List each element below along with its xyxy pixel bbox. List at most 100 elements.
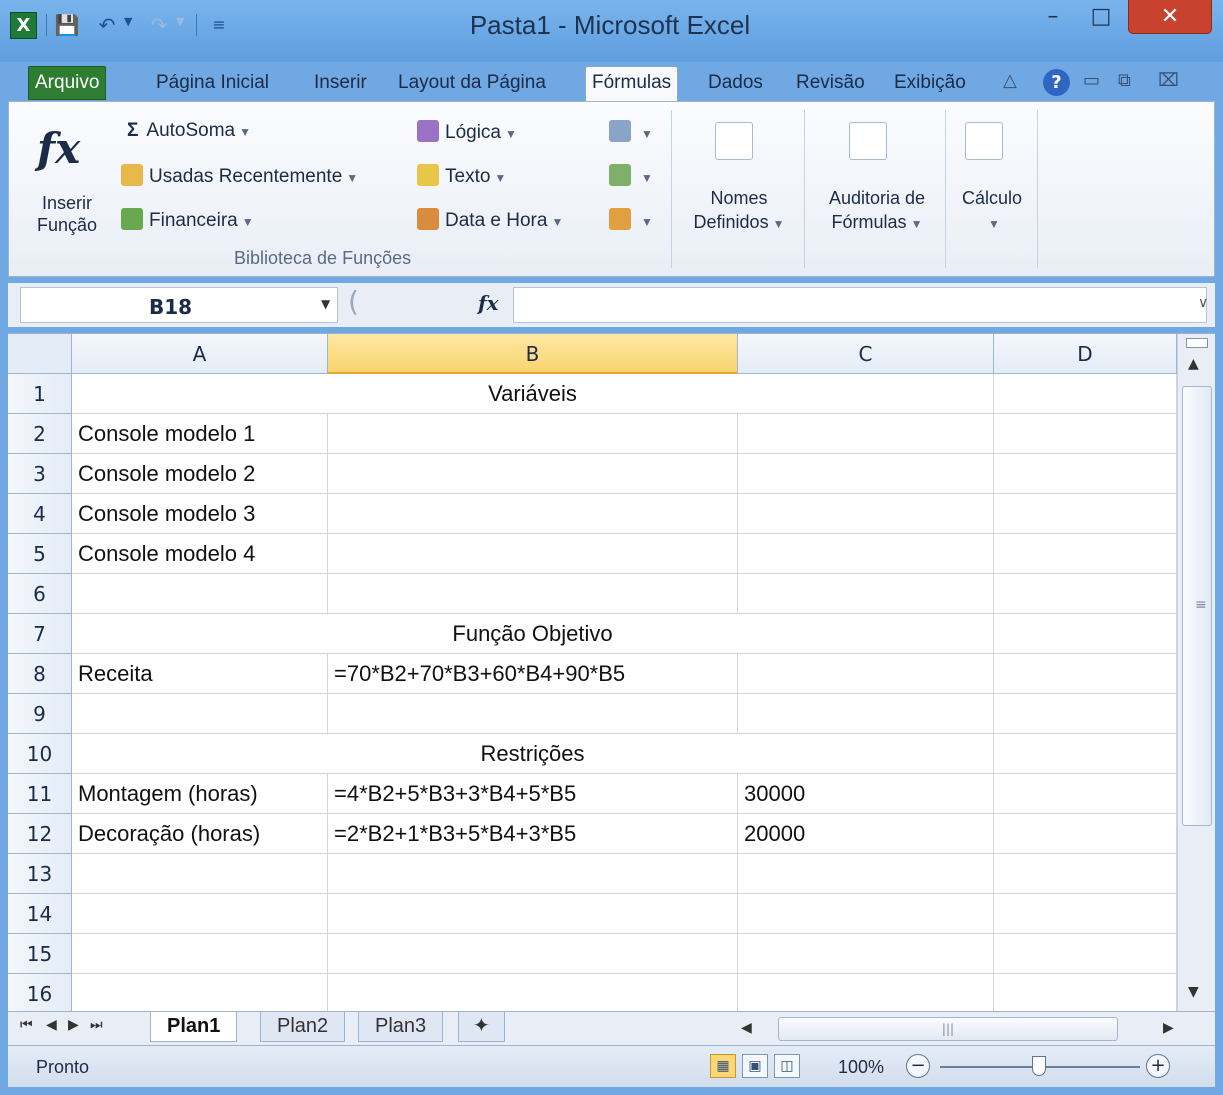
grid-cell[interactable] [738, 454, 994, 494]
grid-cell[interactable] [738, 854, 994, 894]
tab-formulas[interactable]: Fórmulas [585, 66, 679, 102]
grid-cell[interactable] [738, 574, 994, 614]
calculation-button[interactable]: Cálculo ▼ [949, 186, 1035, 236]
name-box[interactable]: B18 ▼ [20, 287, 338, 323]
zoom-out-icon[interactable]: − [906, 1054, 930, 1078]
next-sheet-icon[interactable]: ▶ [68, 1017, 79, 1033]
column-header-b[interactable]: B [328, 334, 738, 374]
column-header-d[interactable]: D [994, 334, 1177, 374]
minimize-ribbon-icon[interactable]: △ [1003, 70, 1017, 91]
cell-a2[interactable]: Console modelo 1 [72, 414, 328, 454]
merged-cell-variaveis[interactable]: Variáveis [72, 374, 994, 414]
cell-a3[interactable]: Console modelo 2 [72, 454, 328, 494]
tab-inserir[interactable]: Inserir [308, 68, 373, 100]
tab-dados[interactable]: Dados [702, 68, 769, 100]
chevron-down-icon[interactable]: ▼ [321, 297, 330, 311]
grid-cell[interactable] [738, 934, 994, 974]
expand-formula-bar-icon[interactable]: ∨ [1198, 295, 1211, 311]
grid-cell[interactable] [994, 614, 1177, 654]
grid-cell[interactable] [994, 814, 1177, 854]
grid-cell[interactable] [328, 454, 738, 494]
merged-cell-restricoes[interactable]: Restrições [72, 734, 994, 774]
row-header[interactable]: 4 [8, 494, 72, 534]
zoom-level[interactable]: 100% [838, 1057, 884, 1078]
logical-button[interactable]: Lógica ▼ [417, 120, 517, 144]
formula-auditing-button[interactable]: Auditoria de Fórmulas ▼ [809, 186, 945, 236]
close-button[interactable]: ✕ [1128, 0, 1212, 34]
row-header[interactable]: 7 [8, 614, 72, 654]
tab-pagina-inicial[interactable]: Página Inicial [150, 68, 275, 100]
insert-function-button[interactable]: Inserir Função [37, 192, 97, 236]
maximize-button[interactable]: □ [1078, 0, 1124, 34]
column-header-c[interactable]: C [738, 334, 994, 374]
grid-cell[interactable] [994, 534, 1177, 574]
grid-cell[interactable] [994, 934, 1177, 974]
recent-functions-button[interactable]: Usadas Recentemente ▼ [121, 164, 358, 188]
horizontal-scroll-thumb[interactable]: ||| [778, 1017, 1118, 1041]
grid-cell[interactable] [738, 534, 994, 574]
cell-b11[interactable]: =4*B2+5*B3+3*B4+5*B5 [328, 774, 738, 814]
math-button[interactable]: ▼ [609, 164, 653, 188]
worksheet-grid[interactable]: A B C D 1 2 3 4 5 6 7 8 9 10 11 12 13 14… [8, 333, 1215, 1012]
scroll-left-icon[interactable]: ◀ [741, 1020, 752, 1036]
grid-cell[interactable] [994, 414, 1177, 454]
horizontal-scrollbar[interactable]: ◀ ||| ▶ [723, 1016, 1203, 1042]
grid-cell[interactable] [328, 974, 738, 1012]
normal-view-icon[interactable]: ▦ [710, 1054, 736, 1078]
grid-cell[interactable] [72, 894, 328, 934]
undo-icon[interactable]: ↶ [92, 11, 122, 39]
cell-b12[interactable]: =2*B2+1*B3+5*B4+3*B5 [328, 814, 738, 854]
insert-sheet-icon[interactable]: ✦ [458, 1012, 505, 1042]
merged-cell-funcao-objetivo[interactable]: Função Objetivo [72, 614, 994, 654]
workbook-restore-icon[interactable]: ⧉ [1118, 70, 1131, 91]
scroll-right-icon[interactable]: ▶ [1163, 1020, 1174, 1036]
prev-sheet-icon[interactable]: ◀ [46, 1017, 57, 1033]
minimize-button[interactable]: – [1030, 0, 1076, 34]
defined-names-button[interactable]: Nomes Definidos ▼ [679, 186, 799, 236]
more-functions-button[interactable]: ▼ [609, 208, 653, 232]
grid-cell[interactable] [328, 414, 738, 454]
formula-input[interactable] [513, 287, 1207, 323]
row-header[interactable]: 1 [8, 374, 72, 414]
insert-function-icon[interactable]: fx [478, 291, 499, 315]
row-header[interactable]: 5 [8, 534, 72, 574]
autosum-button[interactable]: Σ AutoSoma ▼ [127, 120, 251, 142]
zoom-in-icon[interactable]: + [1146, 1054, 1170, 1078]
grid-cell[interactable] [738, 654, 994, 694]
grid-cell[interactable] [994, 454, 1177, 494]
grid-cell[interactable] [738, 494, 994, 534]
grid-cell[interactable] [994, 774, 1177, 814]
grid-cell[interactable] [72, 934, 328, 974]
insert-function-icon[interactable]: fx [37, 124, 80, 173]
cell-a8[interactable]: Receita [72, 654, 328, 694]
help-icon[interactable]: ? [1043, 69, 1070, 96]
first-sheet-icon[interactable]: ⏮ [20, 1017, 33, 1033]
grid-cell[interactable] [738, 694, 994, 734]
sheet-tab-plan1[interactable]: Plan1 [150, 1012, 238, 1042]
cell-c12[interactable]: 20000 [738, 814, 994, 854]
row-header[interactable]: 2 [8, 414, 72, 454]
row-header[interactable]: 8 [8, 654, 72, 694]
grid-cell[interactable] [328, 934, 738, 974]
workbook-minimize-icon[interactable]: ▭ [1083, 70, 1100, 91]
cell-a4[interactable]: Console modelo 3 [72, 494, 328, 534]
grid-cell[interactable] [738, 894, 994, 934]
vertical-scrollbar[interactable]: ▲ ≡ ▼ [1177, 334, 1215, 1012]
grid-cell[interactable] [328, 574, 738, 614]
grid-cell[interactable] [994, 574, 1177, 614]
sheet-tab-plan3[interactable]: Plan3 [358, 1012, 444, 1042]
tab-arquivo[interactable]: Arquivo [28, 66, 107, 100]
tab-layout-da-pagina[interactable]: Layout da Página [392, 68, 552, 100]
grid-cell[interactable] [994, 494, 1177, 534]
row-header[interactable]: 14 [8, 894, 72, 934]
row-header[interactable]: 6 [8, 574, 72, 614]
select-all-corner[interactable] [8, 334, 72, 374]
grid-cell[interactable] [994, 374, 1177, 414]
cell-c11[interactable]: 30000 [738, 774, 994, 814]
row-header[interactable]: 11 [8, 774, 72, 814]
save-icon[interactable]: 💾 [52, 11, 82, 39]
grid-cell[interactable] [328, 694, 738, 734]
scroll-down-icon[interactable]: ▼ [1188, 984, 1199, 1000]
excel-logo-icon[interactable]: X [10, 12, 37, 39]
row-header[interactable]: 12 [8, 814, 72, 854]
